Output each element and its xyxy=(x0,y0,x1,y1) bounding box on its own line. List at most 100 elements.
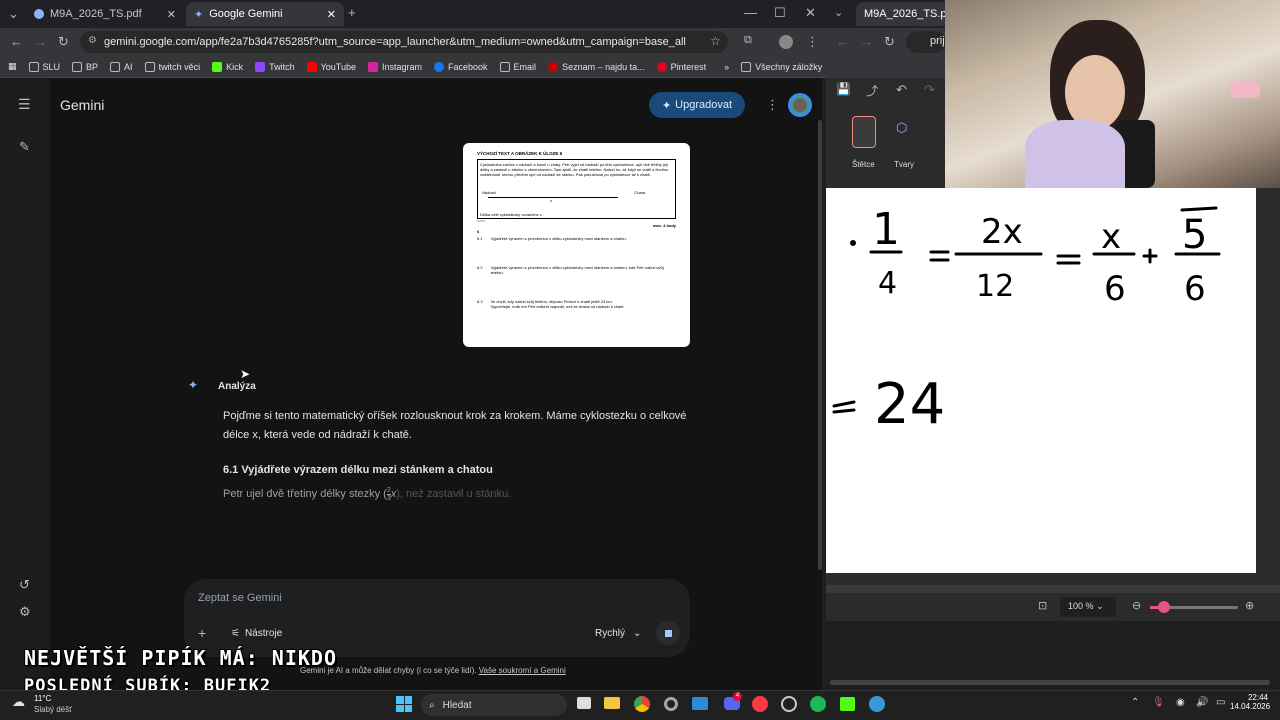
bookmark-twitch-veci[interactable]: twitch věci xyxy=(144,61,201,72)
app-icon[interactable] xyxy=(869,696,885,712)
menu-icon[interactable]: ⋮ xyxy=(806,34,819,50)
battery-icon[interactable]: ▭ xyxy=(1216,697,1225,708)
share-icon[interactable]: ⤴ xyxy=(866,82,878,99)
forward-icon[interactable]: → xyxy=(860,34,873,49)
zoom-in-icon[interactable]: ⊕ xyxy=(1245,599,1254,612)
privacy-link[interactable]: Vaše soukromí a Gemini xyxy=(479,666,566,675)
tab-search-icon[interactable]: ⌄ xyxy=(8,6,19,22)
address-bar-right[interactable]: prij xyxy=(906,31,946,53)
minimize-icon[interactable]: — xyxy=(744,5,757,20)
zoom-select[interactable]: 100 % ⌄ xyxy=(1060,597,1116,617)
bookmark-kick[interactable]: Kick xyxy=(212,61,243,72)
spotify-icon[interactable] xyxy=(810,696,826,712)
address-bar[interactable]: ⚙ gemini.google.com/app/fe2a7b3d4765285f… xyxy=(80,31,728,53)
redo-icon[interactable]: ↷ xyxy=(924,82,935,98)
bookmark-facebook[interactable]: Facebook xyxy=(434,61,488,72)
zoom-slider-thumb[interactable] xyxy=(1158,601,1170,613)
profile-icon[interactable] xyxy=(779,35,793,49)
start-icon[interactable] xyxy=(396,696,412,712)
tab-gemini[interactable]: ✦ Google Gemini ✕ xyxy=(186,2,344,26)
bookmark-seznam[interactable]: Seznam – najdu ta... xyxy=(548,61,645,72)
maximize-icon[interactable]: ☐ xyxy=(774,5,786,21)
bookmark-bp[interactable]: BP xyxy=(72,61,98,72)
reload-icon[interactable]: ↻ xyxy=(58,34,69,50)
new-tab-icon[interactable]: + xyxy=(348,5,356,20)
task-view-icon[interactable] xyxy=(577,697,591,709)
back-icon[interactable]: ← xyxy=(836,34,849,49)
reload-icon[interactable]: ↻ xyxy=(884,34,895,50)
tools-button[interactable]: ⚟ Nástroje xyxy=(231,628,282,639)
chrome-icon[interactable] xyxy=(634,696,650,712)
tab-search-icon[interactable]: ⌄ xyxy=(834,6,843,19)
scrollbar[interactable] xyxy=(818,120,822,570)
search-box[interactable]: ⌕ Hledat xyxy=(421,694,567,716)
apps-icon[interactable]: ▦ xyxy=(8,61,17,72)
upgrade-button[interactable]: ✦ Upgradovat xyxy=(649,92,745,118)
hamburger-menu-icon[interactable]: ☰ xyxy=(18,96,31,113)
tray-chevron-icon[interactable]: ⌃ xyxy=(1131,697,1139,708)
bookmark-ai[interactable]: AI xyxy=(110,61,133,72)
more-bookmarks-icon[interactable]: » xyxy=(724,62,729,72)
close-tab-icon[interactable]: ✕ xyxy=(327,8,336,21)
bookmark-pinterest[interactable]: Pinterest xyxy=(656,61,706,72)
forward-icon[interactable]: → xyxy=(34,34,47,49)
close-window-icon[interactable]: ✕ xyxy=(805,5,816,21)
music-icon[interactable] xyxy=(752,696,768,712)
history-icon[interactable]: ↺ xyxy=(19,577,30,593)
settings-icon[interactable]: ⚙ xyxy=(19,604,31,620)
tab-pdf-right[interactable]: M9A_2026_TS.pdf xyxy=(856,2,956,26)
drawing-canvas[interactable]: 1 4 2x 12 x 6 5 6 24 xyxy=(826,188,1256,573)
close-tab-icon[interactable]: ✕ xyxy=(167,8,176,21)
save-icon[interactable]: 💾 xyxy=(836,82,851,96)
brush-tool-icon[interactable] xyxy=(852,116,876,148)
obs-icon[interactable] xyxy=(781,696,797,712)
scrollbar-right[interactable] xyxy=(830,680,1270,685)
horizontal-scrollbar[interactable] xyxy=(826,585,1280,593)
all-bookmarks[interactable]: Všechny záložky xyxy=(741,61,822,72)
weather-temp[interactable]: 11°C xyxy=(34,694,51,703)
more-options-icon[interactable]: ⋮ xyxy=(766,97,779,113)
bookmark-star-icon[interactable]: ☆ xyxy=(710,34,721,48)
new-chat-icon[interactable]: ✎ xyxy=(19,139,30,155)
doc-section: 6 xyxy=(477,229,480,234)
tab-pdf[interactable]: M9A_2026_TS.pdf ✕ xyxy=(26,2,184,26)
analysis-label[interactable]: Analýza xyxy=(218,381,256,392)
stop-button[interactable] xyxy=(656,621,680,645)
clock-date: 14.04.2026 xyxy=(1230,702,1271,711)
file-explorer-icon[interactable] xyxy=(604,697,620,709)
app-title[interactable]: Gemini xyxy=(60,97,104,113)
bookmark-instagram[interactable]: Instagram xyxy=(367,61,422,72)
zoom-out-icon[interactable]: ⊖ xyxy=(1132,599,1141,612)
microphone-tray-icon[interactable]: 🎙 xyxy=(1152,697,1165,708)
bookmark-label: twitch věci xyxy=(158,61,201,72)
shapes-tool-icon[interactable]: ⬡ xyxy=(896,120,907,136)
network-icon[interactable]: ◉ xyxy=(1176,697,1185,708)
bookmark-email[interactable]: Email xyxy=(499,61,536,72)
bookmark-slu[interactable]: SLU xyxy=(28,61,60,72)
extensions-icon[interactable]: ⧉ xyxy=(744,34,752,47)
prompt-input[interactable]: Zeptat se Gemini xyxy=(198,592,282,604)
shapes-label[interactable]: Tvary xyxy=(894,160,914,169)
add-icon[interactable]: + xyxy=(198,625,206,641)
bookmark-label: AI xyxy=(124,61,133,72)
back-icon[interactable]: ← xyxy=(10,34,23,49)
side-rail xyxy=(0,78,50,690)
undo-icon[interactable]: ↶ xyxy=(896,82,907,98)
site-info-icon[interactable]: ⚙ xyxy=(88,35,97,46)
brushes-label[interactable]: Štětce xyxy=(852,160,875,169)
weather-icon[interactable]: ☁ xyxy=(12,694,25,710)
clock[interactable]: 22:44 14.04.2026 xyxy=(1230,693,1271,711)
photos-icon[interactable] xyxy=(692,697,708,710)
volume-icon[interactable]: 🔊 xyxy=(1196,697,1208,708)
folder-icon xyxy=(72,61,83,72)
uploaded-image[interactable]: VÝCHOZÍ TEXT A OBRÁZEK K ÚLOZE 6 Cyklost… xyxy=(463,143,690,347)
mode-selector[interactable]: Rychlý ⌄ xyxy=(595,628,641,639)
weather-desc[interactable]: Slabý déšť xyxy=(34,705,72,714)
kick-app-icon[interactable] xyxy=(840,697,855,711)
fit-page-icon[interactable]: ⊡ xyxy=(1038,599,1047,612)
bookmark-youtube[interactable]: YouTube xyxy=(306,61,356,72)
avatar[interactable] xyxy=(788,93,812,117)
bookmark-twitch[interactable]: Twitch xyxy=(255,61,295,72)
settings-app-icon[interactable] xyxy=(664,697,678,711)
doc-intro-box: Cyklostezka začíná u nádraží a končí u c… xyxy=(477,159,676,219)
